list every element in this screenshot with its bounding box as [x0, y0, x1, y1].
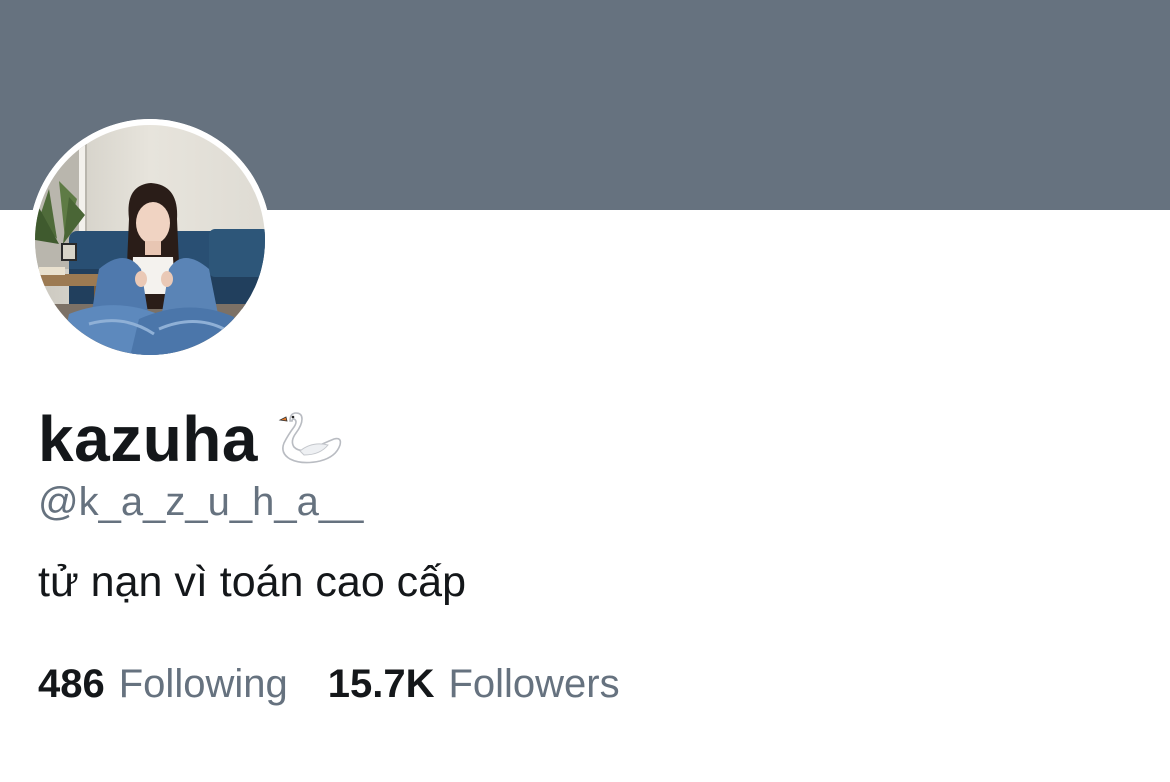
followers-count: 15.7K	[327, 662, 435, 706]
following-count: 486	[38, 662, 105, 706]
profile-page: kazuha @k_a_z_u_h_a__ tử nạn vì toán cao…	[0, 0, 1170, 782]
profile-handle: @k_a_z_u_h_a__	[38, 480, 364, 524]
display-name-row: kazuha	[38, 398, 344, 480]
followers-label: Followers	[448, 662, 620, 706]
swan-icon	[276, 411, 344, 467]
profile-avatar[interactable]	[29, 119, 271, 361]
following-link[interactable]: 486 Following	[38, 664, 288, 704]
avatar-photo	[29, 119, 271, 361]
followers-link[interactable]: 15.7K Followers	[328, 664, 620, 704]
following-label: Following	[118, 662, 288, 706]
display-name: kazuha	[38, 403, 258, 475]
profile-bio: tử nạn vì toán cao cấp	[38, 558, 467, 606]
profile-stats: 486 Following 15.7K Followers	[38, 664, 620, 704]
